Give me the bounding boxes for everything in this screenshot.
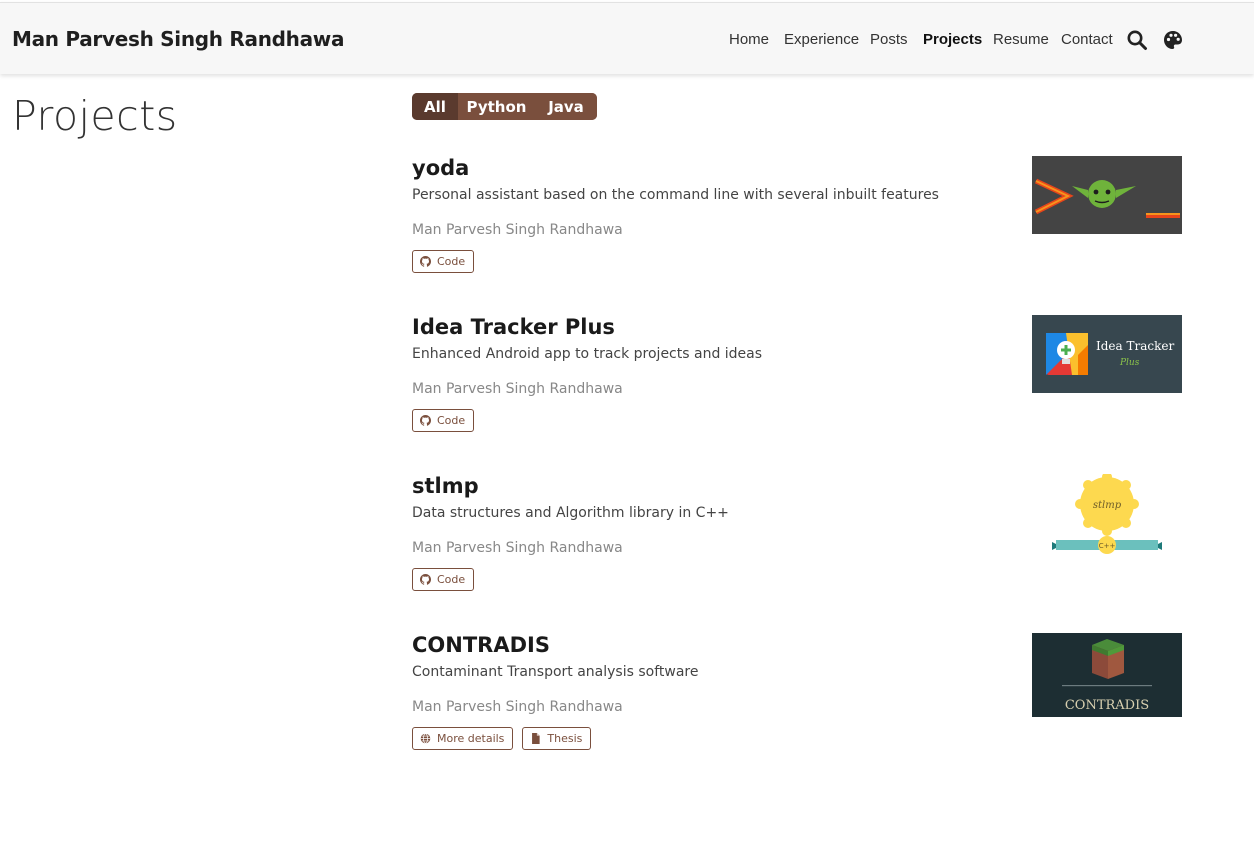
github-icon <box>420 574 431 585</box>
file-icon <box>532 733 541 744</box>
code-button-label: Code <box>437 414 466 427</box>
project-description: Data structures and Algorithm library in… <box>412 505 729 521</box>
code-button[interactable]: Code <box>412 250 475 273</box>
project-description: Enhanced Android app to track projects a… <box>412 346 763 362</box>
navbar: Man Parvesh Singh Randhawa Home Experien… <box>0 2 1254 74</box>
filter-all[interactable]: All <box>412 93 458 120</box>
palette-icon[interactable] <box>1162 29 1184 51</box>
nav-home[interactable]: Home <box>729 31 769 48</box>
project-author: Man Parvesh Singh Randhawa <box>412 540 623 556</box>
github-icon <box>420 415 431 426</box>
more-details-button[interactable]: More details <box>412 727 514 750</box>
thesis-button[interactable]: Thesis <box>522 727 592 750</box>
filter-group: All Python Java <box>412 93 597 120</box>
more-details-label: More details <box>437 732 505 745</box>
code-button[interactable]: Code <box>412 409 475 432</box>
contradis-thumbnail[interactable]: CONTRADIS <box>1032 633 1182 717</box>
thumbnail-text: stlmp <box>1093 500 1122 511</box>
filter-python[interactable]: Python <box>458 93 535 120</box>
thumbnail-text: Plus <box>1119 358 1140 368</box>
stlmp-thumbnail[interactable]: stlmp C++ <box>1032 474 1182 560</box>
project-title[interactable]: yoda <box>412 156 469 180</box>
yoda-thumbnail[interactable] <box>1032 156 1182 234</box>
nav-projects[interactable]: Projects <box>923 31 982 48</box>
project-card: Idea Tracker Plus Enhanced Android app t… <box>412 315 1182 445</box>
project-card: yoda Personal assistant based on the com… <box>412 156 1182 286</box>
search-icon[interactable] <box>1126 29 1148 51</box>
project-title[interactable]: Idea Tracker Plus <box>412 315 615 339</box>
nav-posts[interactable]: Posts <box>870 31 908 48</box>
project-title[interactable]: CONTRADIS <box>412 633 550 657</box>
project-card: stlmp Data structures and Algorithm libr… <box>412 474 1182 604</box>
thumbnail-text: C++ <box>1099 542 1116 550</box>
filter-java[interactable]: Java <box>535 93 597 120</box>
nav-contact[interactable]: Contact <box>1061 31 1113 48</box>
nav-experience[interactable]: Experience <box>784 31 859 48</box>
project-description: Contaminant Transport analysis software <box>412 664 699 680</box>
code-button[interactable]: Code <box>412 568 475 591</box>
idea-tracker-thumbnail[interactable]: Idea Tracker Plus <box>1032 315 1182 393</box>
project-description: Personal assistant based on the command … <box>412 187 939 203</box>
nav-resume[interactable]: Resume <box>993 31 1049 48</box>
thumbnail-text: CONTRADIS <box>1065 698 1149 713</box>
code-button-label: Code <box>437 573 466 586</box>
globe-icon <box>420 733 431 744</box>
project-author: Man Parvesh Singh Randhawa <box>412 381 623 397</box>
code-button-label: Code <box>437 255 466 268</box>
project-card: CONTRADIS Contaminant Transport analysis… <box>412 633 1182 763</box>
page-title: Projects <box>12 92 178 140</box>
thesis-label: Thesis <box>547 732 583 745</box>
nav-links: Home Experience Posts Projects Resume Co… <box>0 31 1254 51</box>
project-author: Man Parvesh Singh Randhawa <box>412 222 623 238</box>
project-author: Man Parvesh Singh Randhawa <box>412 699 623 715</box>
project-title[interactable]: stlmp <box>412 474 479 498</box>
thumbnail-text: Idea Tracker <box>1096 339 1174 353</box>
github-icon <box>420 256 431 267</box>
